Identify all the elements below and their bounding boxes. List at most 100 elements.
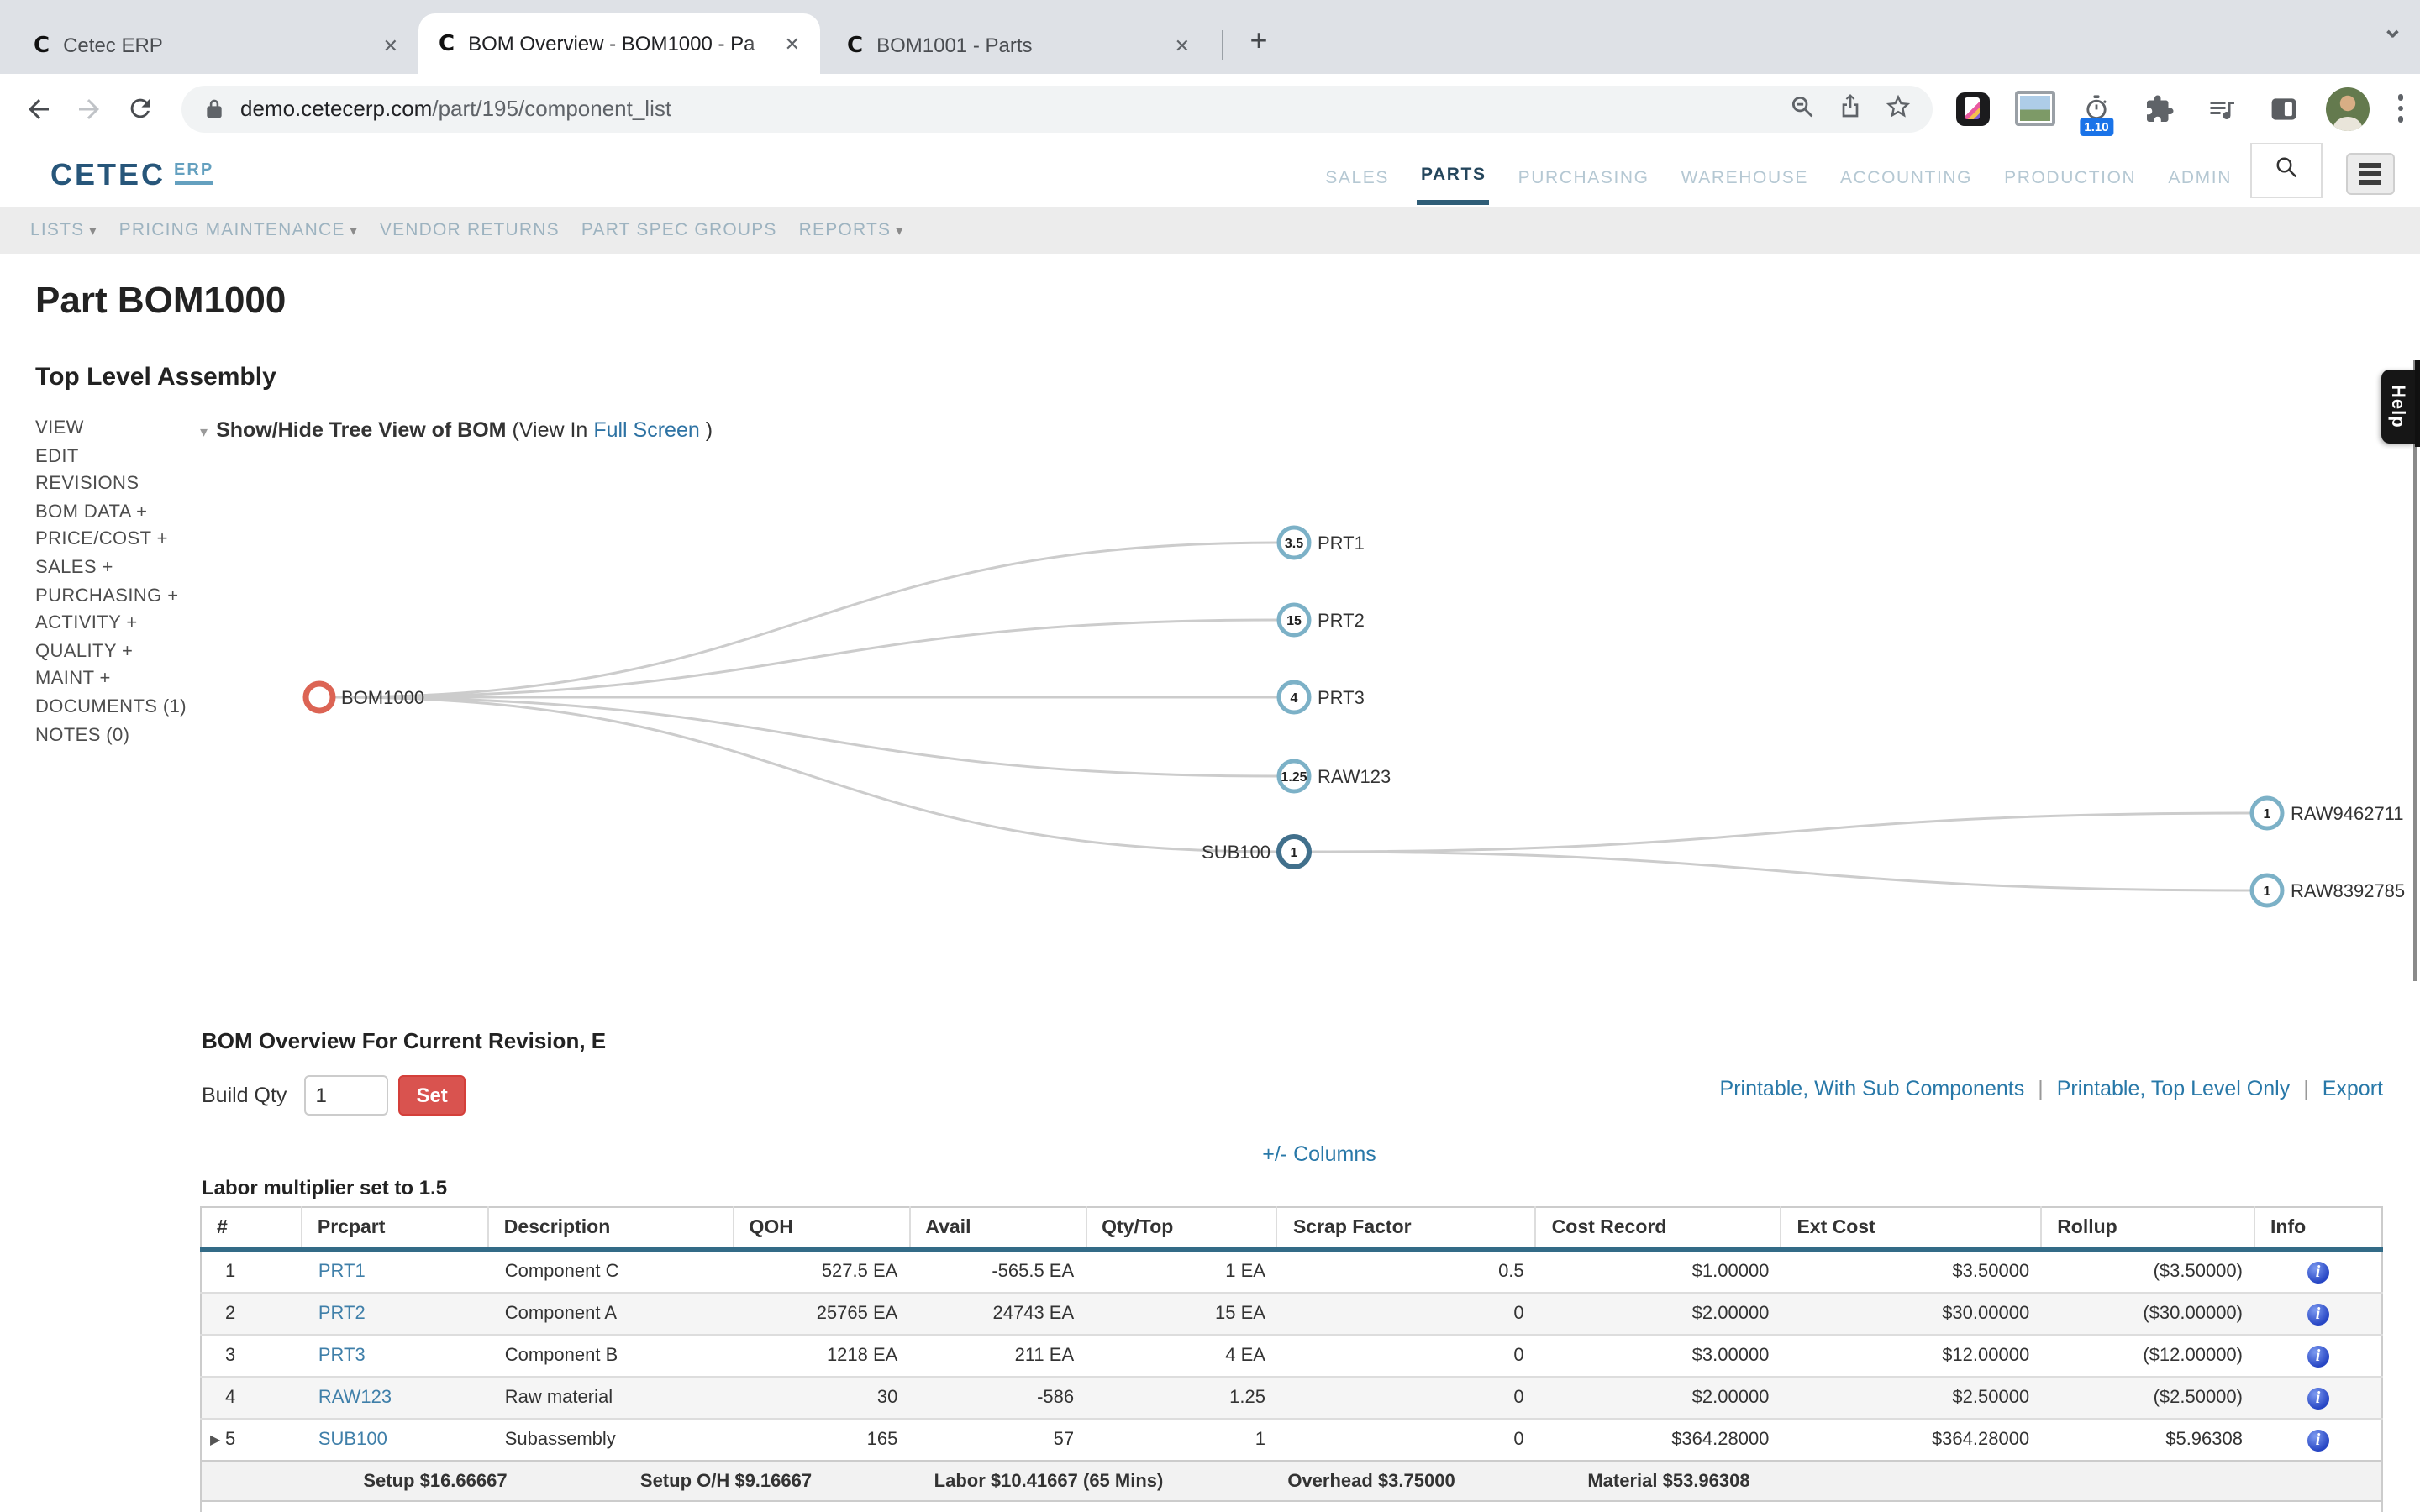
tree-node-sub100[interactable]: 1 SUB100 <box>1202 837 1309 867</box>
screenshot-extension-icon[interactable] <box>2014 87 2054 130</box>
cell-scrap: 0 <box>1277 1377 1536 1419</box>
logo-suffix: ERP <box>174 161 213 185</box>
build-qty-input[interactable] <box>303 1075 387 1116</box>
lock-icon[interactable] <box>205 97 224 119</box>
back-icon[interactable] <box>13 83 64 134</box>
stopwatch-extension-icon[interactable]: 1.10 <box>2076 87 2117 130</box>
share-icon[interactable] <box>1836 92 1863 124</box>
info-icon[interactable]: i <box>2307 1303 2329 1325</box>
app-menu-icon[interactable] <box>2346 153 2395 195</box>
tree-toggle[interactable]: ▾Show/Hide Tree View of BOM (View In Ful… <box>200 418 713 442</box>
docs-extension-icon[interactable] <box>1952 87 1992 130</box>
playlist-extension-icon[interactable] <box>2201 87 2241 130</box>
set-button[interactable]: Set <box>397 1075 466 1116</box>
info-icon[interactable]: i <box>2307 1429 2329 1451</box>
tree-node-prt2[interactable]: 15 PRT2 <box>1279 605 1365 635</box>
sidebar-item-notes[interactable]: NOTES (0) <box>35 725 187 745</box>
forward-icon[interactable] <box>64 83 114 134</box>
export-link[interactable]: Export <box>2323 1077 2383 1100</box>
sidebar-item-maint[interactable]: MAINT + <box>35 669 187 690</box>
tab-strip: C Cetec ERP ✕ C BOM Overview - BOM1000 -… <box>0 0 2420 74</box>
browser-tab-bom1001[interactable]: C BOM1001 - Parts ✕ <box>827 17 1210 74</box>
bookmark-star-icon[interactable] <box>1883 92 1912 125</box>
nav-sales[interactable]: SALES <box>1322 147 1392 202</box>
info-icon[interactable]: i <box>2307 1387 2329 1409</box>
cell-prcpart: PRT3 <box>302 1335 488 1377</box>
nav-admin[interactable]: ADMIN <box>2165 147 2235 202</box>
cell-description: Component B <box>488 1335 734 1377</box>
tree-node-root[interactable]: BOM1000 <box>306 684 424 711</box>
browser-tab-cetec-erp[interactable]: C Cetec ERP ✕ <box>13 17 418 74</box>
sidebar-item-activity[interactable]: ACTIVITY + <box>35 613 187 633</box>
sidebar-panel-icon[interactable] <box>2263 87 2303 130</box>
url-path: /part/195/component_list <box>432 96 671 121</box>
printable-top-level-link[interactable]: Printable, Top Level Only <box>2057 1077 2291 1100</box>
prcpart-link[interactable]: PRT2 <box>318 1304 366 1324</box>
tree-node-raw123[interactable]: 1.25 RAW123 <box>1279 761 1391 791</box>
nav-accounting[interactable]: ACCOUNTING <box>1837 147 1975 202</box>
sidebar-item-view[interactable]: VIEW <box>35 418 187 438</box>
sidebar-item-edit[interactable]: EDIT <box>35 446 187 466</box>
zoom-out-icon[interactable] <box>1787 92 1816 125</box>
cell-ext: $2.50000 <box>1781 1377 2041 1419</box>
sidebar-item-documents[interactable]: DOCUMENTS (1) <box>35 697 187 717</box>
help-tab[interactable]: Help <box>2381 370 2414 444</box>
close-tab-icon[interactable]: ✕ <box>781 29 803 58</box>
nav-parts[interactable]: PARTS <box>1418 144 1490 205</box>
sidebar-item-purchasing[interactable]: PURCHASING + <box>35 585 187 606</box>
search-icon <box>2274 154 2299 187</box>
profile-avatar[interactable] <box>2325 87 2369 130</box>
tree-node-prt1[interactable]: 3.5 PRT1 <box>1279 528 1365 558</box>
app-header: CETEC ERP SALES PARTS PURCHASING WAREHOU… <box>0 143 2420 207</box>
subnav-reports[interactable]: REPORTS▾ <box>799 220 904 240</box>
prcpart-link[interactable]: RAW123 <box>318 1388 392 1408</box>
svg-text:4: 4 <box>1291 691 1298 706</box>
columns-toggle-link[interactable]: +/- Columns <box>1262 1142 1376 1166</box>
subnav-lists[interactable]: LISTS▾ <box>30 220 97 240</box>
extensions-puzzle-icon[interactable] <box>2139 87 2179 130</box>
global-search-button[interactable] <box>2250 143 2323 198</box>
close-tab-icon[interactable]: ✕ <box>380 31 402 60</box>
pipe-divider: | <box>2038 1077 2044 1100</box>
cell-avail: -586 <box>909 1377 1086 1419</box>
setup-oh-total: Setup O/H $9.16667 <box>640 1471 812 1491</box>
tab-title-fade <box>744 32 781 55</box>
sidebar-item-quality[interactable]: QUALITY + <box>35 642 187 662</box>
browser-tab-bom-overview[interactable]: C BOM Overview - BOM1000 - Pa ✕ <box>418 13 820 74</box>
subnav-pricing-maintenance[interactable]: PRICING MAINTENANCE▾ <box>119 220 358 240</box>
cetec-favicon-icon: C <box>439 31 455 56</box>
sidebar-item-revisions[interactable]: REVISIONS <box>35 474 187 494</box>
new-tab-button[interactable]: + <box>1237 20 1281 64</box>
tab-search-chevron-icon[interactable]: ⌄ <box>2382 13 2403 44</box>
caret-down-icon: ▾ <box>350 223 358 239</box>
cell-num: 3 <box>201 1335 302 1377</box>
browser-menu-icon[interactable] <box>2397 95 2403 123</box>
nav-warehouse[interactable]: WAREHOUSE <box>1678 147 1812 202</box>
nav-production[interactable]: PRODUCTION <box>2001 147 2139 202</box>
cetec-logo[interactable]: CETEC ERP <box>50 158 213 193</box>
info-icon[interactable]: i <box>2307 1261 2329 1283</box>
cell-qty-top: 1.25 <box>1086 1377 1277 1419</box>
sidebar-item-price-cost[interactable]: PRICE/COST + <box>35 530 187 550</box>
reload-icon[interactable] <box>114 83 165 134</box>
sidebar-item-bom-data[interactable]: BOM DATA + <box>35 502 187 522</box>
tree-node-raw9462711[interactable]: 1 RAW9462711 <box>2252 798 2404 828</box>
full-screen-link[interactable]: Full Screen <box>593 418 699 442</box>
material-total: Material $53.96308 <box>1587 1471 1749 1491</box>
subnav-part-spec-groups[interactable]: PART SPEC GROUPS <box>581 220 777 240</box>
subnav-vendor-returns[interactable]: VENDOR RETURNS <box>380 220 560 240</box>
close-tab-icon[interactable]: ✕ <box>1171 31 1193 60</box>
prcpart-link[interactable]: PRT1 <box>318 1262 366 1282</box>
tree-node-raw8392785[interactable]: 1 RAW8392785 <box>2252 875 2405 906</box>
info-icon[interactable]: i <box>2307 1345 2329 1367</box>
prcpart-link[interactable]: PRT3 <box>318 1346 366 1366</box>
nav-purchasing[interactable]: PURCHASING <box>1515 147 1653 202</box>
printable-with-subs-link[interactable]: Printable, With Sub Components <box>1720 1077 2025 1100</box>
tree-node-prt3[interactable]: 4 PRT3 <box>1279 682 1365 712</box>
cell-avail: 211 EA <box>909 1335 1086 1377</box>
expand-row-icon[interactable]: ▶ <box>210 1432 220 1447</box>
prcpart-link[interactable]: SUB100 <box>318 1430 387 1450</box>
sidebar-item-sales[interactable]: SALES + <box>35 558 187 578</box>
url-bar[interactable]: demo.cetecerp.com/part/195/component_lis… <box>182 85 1932 132</box>
bom-table: # Prcpart Description QOH Avail Qty/Top … <box>200 1206 2383 1512</box>
